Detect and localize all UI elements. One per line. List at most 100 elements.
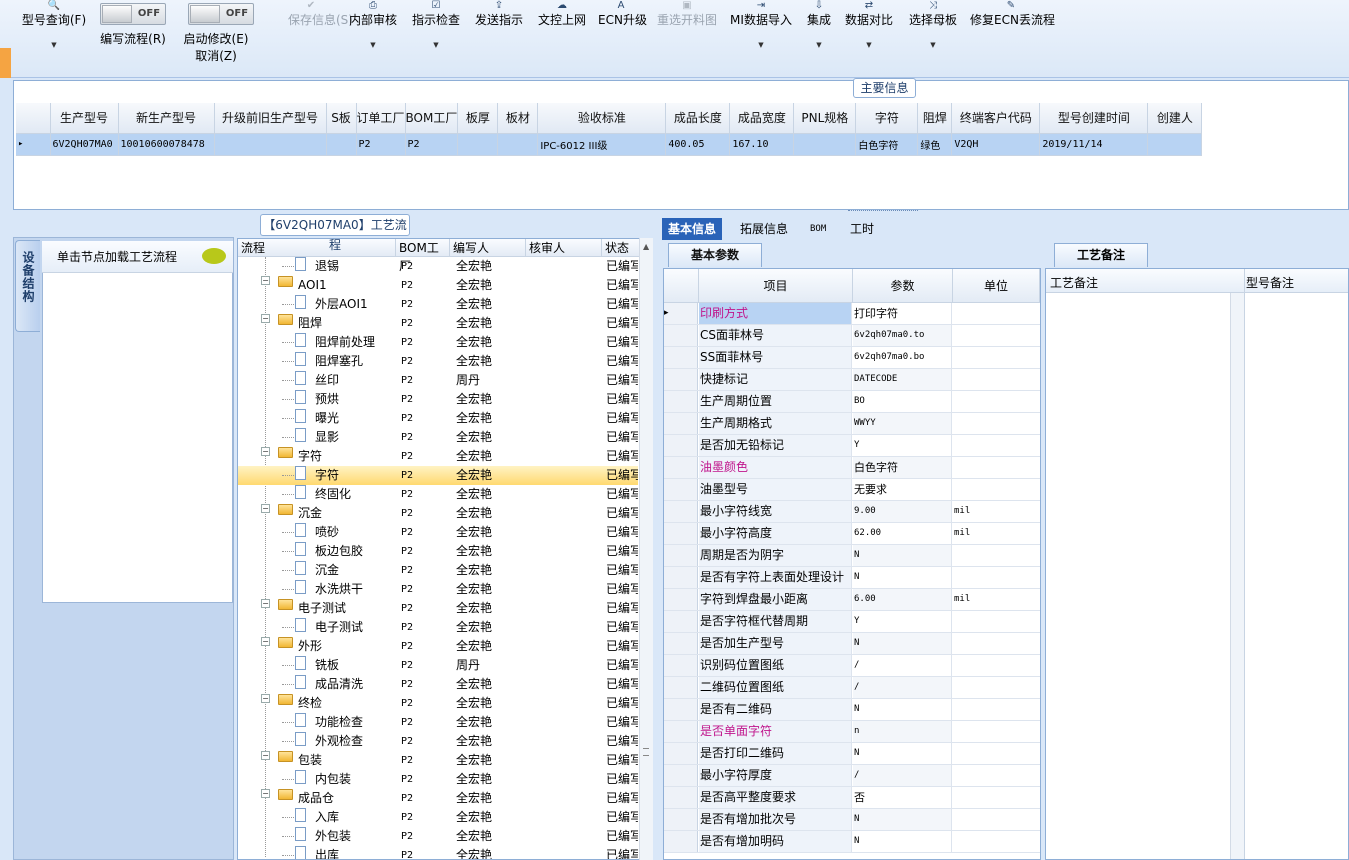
toolbar-button-6[interactable]: A ECN升级 (598, 0, 647, 28)
collapse-icon[interactable]: − (261, 314, 270, 323)
tree-row[interactable]: 铣板 P2 周丹 已编写 (238, 656, 638, 675)
param-value[interactable]: 62.00 (853, 523, 952, 544)
tree-row[interactable]: 成品清洗 P2 全宏艳 已编写 (238, 675, 638, 694)
param-value[interactable]: / (853, 765, 952, 786)
param-value[interactable]: N (853, 567, 952, 588)
chevron-down-icon[interactable]: ▼ (730, 40, 792, 50)
toolbar-button-9[interactable]: ⇩ 集成 ▼ (805, 0, 833, 50)
param-value[interactable]: WWYY (853, 413, 952, 434)
chevron-down-icon[interactable]: ▼ (348, 40, 398, 50)
param-value[interactable]: 打印字符 (853, 303, 952, 324)
tree-row[interactable]: 字符 P2 全宏艳 已编写 (238, 466, 638, 485)
write-flow-toggle[interactable]: OFF (100, 3, 166, 25)
table-cell[interactable] (1147, 133, 1203, 156)
toolbar-button-11[interactable]: ⤨ 选择母板 ▼ (907, 0, 959, 50)
tab-basic-params[interactable]: 基本参数 (668, 243, 762, 267)
collapse-icon[interactable]: − (261, 789, 270, 798)
tree-row[interactable]: 外观检查 P2 全宏艳 已编写 (238, 732, 638, 751)
tree-row[interactable]: 内包装 P2 全宏艳 已编写 (238, 770, 638, 789)
scroll-grip-icon[interactable] (643, 748, 649, 756)
orange-side-tab[interactable] (0, 48, 11, 78)
param-row[interactable]: CS面菲林号 6v2qh07ma0.to (664, 325, 1040, 347)
toolbar-button-2[interactable]: ⎙ 内部审核 ▼ (348, 0, 398, 50)
table-cell[interactable] (326, 133, 357, 156)
table-cell[interactable]: P2 (405, 133, 459, 156)
collapse-icon[interactable]: − (261, 637, 270, 646)
tree-row[interactable]: − 包装 P2 全宏艳 已编写 (238, 751, 638, 770)
table-cell[interactable]: 白色字符 (855, 133, 919, 156)
param-value[interactable]: N (853, 545, 952, 566)
param-value[interactable]: 6v2qh07ma0.bo (853, 347, 952, 368)
column-header[interactable]: 板厚 (457, 103, 499, 134)
column-header[interactable]: 升级前旧生产型号 (214, 103, 327, 134)
param-value[interactable]: 无要求 (853, 479, 952, 500)
table-cell[interactable]: 2019/11/14 (1039, 133, 1149, 156)
column-header[interactable]: S板 (326, 103, 357, 134)
param-value[interactable]: N (853, 809, 952, 830)
table-cell[interactable]: 400.05 (665, 133, 731, 156)
process-tree-scrollbar[interactable]: ▲ (639, 238, 653, 860)
collapse-icon[interactable]: − (261, 694, 270, 703)
param-value[interactable]: DATECODE (853, 369, 952, 390)
chevron-down-icon[interactable]: ▼ (907, 40, 959, 50)
param-row[interactable]: 字符到焊盘最小距离 6.00 mil (664, 589, 1040, 611)
table-cell[interactable]: 10010600078478 (118, 133, 215, 156)
tree-row[interactable]: 阻焊塞孔 P2 全宏艳 已编写 (238, 352, 638, 371)
column-header[interactable]: BOM工厂 (405, 103, 459, 134)
splitter-grip[interactable] (848, 210, 918, 215)
param-row[interactable]: 是否加无铅标记 Y (664, 435, 1040, 457)
params-column-header[interactable]: 单位 (953, 269, 1040, 303)
param-row[interactable]: 最小字符高度 62.00 mil (664, 523, 1040, 545)
table-cell[interactable]: 绿色 (917, 133, 953, 156)
cancel-edit-label[interactable]: 取消(Z) (176, 47, 256, 64)
tree-row[interactable]: − 沉金 P2 全宏艳 已编写 (238, 504, 638, 523)
param-row[interactable]: 是否加生产型号 N (664, 633, 1040, 655)
tree-row[interactable]: 外包装 P2 全宏艳 已编写 (238, 827, 638, 846)
collapse-icon[interactable]: − (261, 599, 270, 608)
table-cell[interactable] (793, 133, 857, 156)
toolbar-button-3[interactable]: ☑ 指示检查 ▼ (410, 0, 462, 50)
tree-row[interactable]: 沉金 P2 全宏艳 已编写 (238, 561, 638, 580)
param-value[interactable]: / (853, 655, 952, 676)
tree-row[interactable]: − 电子测试 P2 全宏艳 已编写 (238, 599, 638, 618)
column-header[interactable]: 成品宽度 (729, 103, 795, 134)
table-cell[interactable]: 6V2QH07MA0 (50, 133, 119, 156)
param-row[interactable]: 二维码位置图纸 / (664, 677, 1040, 699)
param-value[interactable]: 6v2qh07ma0.to (853, 325, 952, 346)
param-row[interactable]: 是否有二维码 N (664, 699, 1040, 721)
param-row[interactable]: 是否有增加明码 N (664, 831, 1040, 853)
tree-row[interactable]: − 外形 P2 全宏艳 已编写 (238, 637, 638, 656)
param-row[interactable]: 是否字符框代替周期 Y (664, 611, 1040, 633)
param-value[interactable]: 6.00 (853, 589, 952, 610)
tab-process-remarks[interactable]: 工艺备注 (1054, 243, 1148, 267)
tree-row[interactable]: − 阻焊 P2 全宏艳 已编写 (238, 314, 638, 333)
tree-row[interactable]: − AOI1 P2 全宏艳 已编写 (238, 276, 638, 295)
tree-row[interactable]: 板边包胶 P2 全宏艳 已编写 (238, 542, 638, 561)
toolbar-button-12[interactable]: ✎ 修复ECN丢流程 (970, 0, 1055, 28)
tree-row[interactable]: 丝印 P2 周丹 已编写 (238, 371, 638, 390)
param-row[interactable]: 油墨型号 无要求 (664, 479, 1040, 501)
tree-row[interactable]: 出库 P2 全宏艳 已编写 (238, 846, 638, 859)
param-row[interactable]: 是否打印二维码 N (664, 743, 1040, 765)
tree-row[interactable]: − 终检 P2 全宏艳 已编写 (238, 694, 638, 713)
param-row[interactable]: 周期是否为阴字 N (664, 545, 1040, 567)
table-cell[interactable] (497, 133, 539, 156)
tree-row[interactable]: 阻焊前处理 P2 全宏艳 已编写 (238, 333, 638, 352)
param-row[interactable]: 是否有增加批次号 N (664, 809, 1040, 831)
param-value[interactable]: N (853, 743, 952, 764)
param-row[interactable]: 最小字符线宽 9.00 mil (664, 501, 1040, 523)
param-row[interactable]: 生产周期格式 WWYY (664, 413, 1040, 435)
param-row[interactable]: 是否单面字符 n (664, 721, 1040, 743)
params-column-header[interactable]: 参数 (853, 269, 953, 303)
param-value[interactable]: 白色字符 (853, 457, 952, 478)
column-header[interactable]: 成品长度 (665, 103, 731, 134)
param-value[interactable]: BO (853, 391, 952, 412)
column-header[interactable]: 终端客户代码 (951, 103, 1041, 134)
chevron-down-icon[interactable]: ▼ (18, 40, 90, 50)
param-value[interactable]: N (853, 831, 952, 852)
tree-row[interactable]: 入库 P2 全宏艳 已编写 (238, 808, 638, 827)
param-value[interactable]: N (853, 633, 952, 654)
toolbar-button-10[interactable]: ⇄ 数据对比 ▼ (843, 0, 895, 50)
param-row[interactable]: 是否有字符上表面处理设计 N (664, 567, 1040, 589)
tree-row[interactable]: 预烘 P2 全宏艳 已编写 (238, 390, 638, 409)
